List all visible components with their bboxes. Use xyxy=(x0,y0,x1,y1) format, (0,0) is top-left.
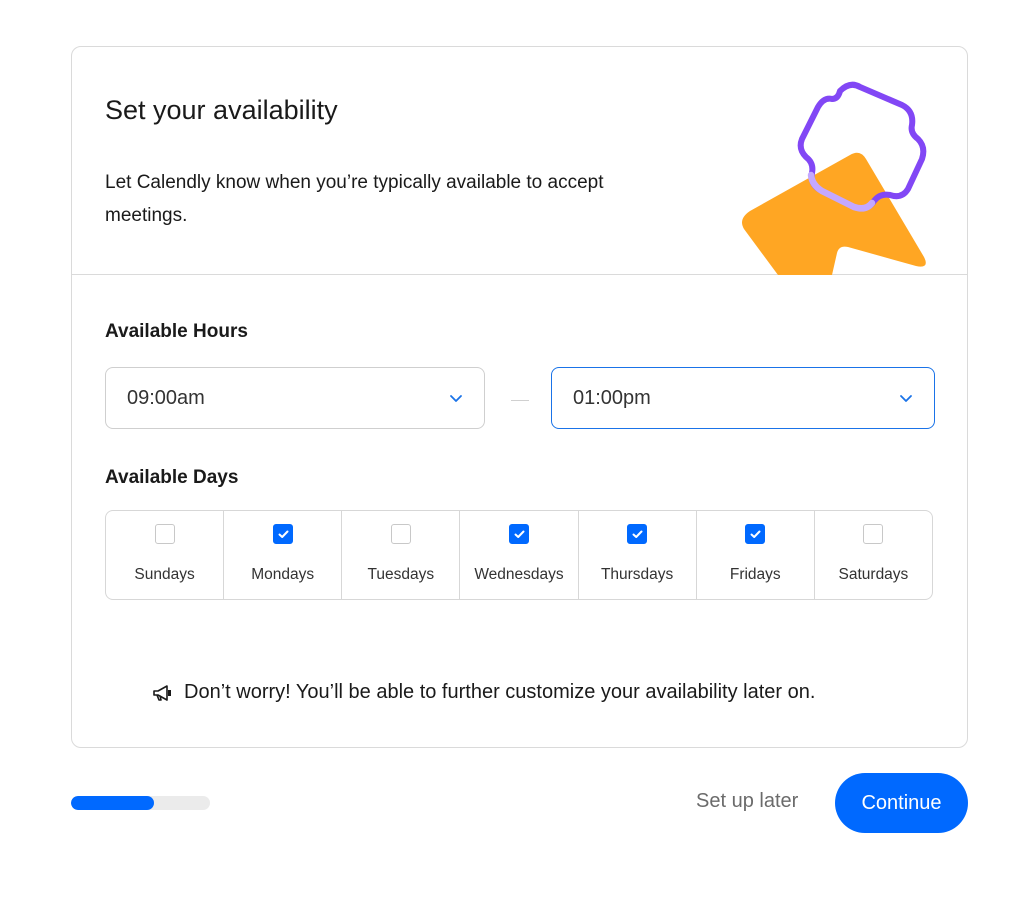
day-label: Mondays xyxy=(251,566,315,583)
checkmark-icon xyxy=(750,530,761,538)
chevron-down-icon xyxy=(900,395,912,402)
day-checkbox[interactable] xyxy=(390,524,411,544)
checkmark-icon xyxy=(632,530,643,538)
onboarding-progress-bar xyxy=(71,796,210,810)
megaphone-icon xyxy=(153,684,171,701)
day-sundays[interactable]: Sundays xyxy=(106,511,225,599)
checkmark-icon xyxy=(514,530,525,538)
end-time-select[interactable]: 01:00pm xyxy=(551,367,935,429)
day-label: Wednesdays xyxy=(474,566,564,583)
note-text: Don’t worry! You’ll be able to further c… xyxy=(184,681,816,703)
page-title: Set your availability xyxy=(105,95,338,125)
day-saturdays[interactable]: Saturdays xyxy=(815,511,932,599)
time-range-separator xyxy=(511,400,529,401)
day-label: Saturdays xyxy=(838,566,909,583)
day-checkbox[interactable] xyxy=(627,524,648,544)
day-checkbox[interactable] xyxy=(508,524,529,544)
day-label: Sundays xyxy=(134,566,195,583)
day-thursdays[interactable]: Thursdays xyxy=(579,511,697,599)
day-label: Tuesdays xyxy=(367,566,435,583)
day-mondays[interactable]: Mondays xyxy=(224,511,343,599)
customize-later-note: Don’t worry! You’ll be able to further c… xyxy=(152,681,815,704)
available-days-label: Available Days xyxy=(105,467,239,488)
day-wednesdays[interactable]: Wednesdays xyxy=(460,511,579,599)
page-subtitle: Let Calendly know when you’re typically … xyxy=(105,172,604,226)
day-checkbox[interactable] xyxy=(863,524,884,544)
day-label: Thursdays xyxy=(600,566,674,583)
orange-arrow-shape xyxy=(742,152,926,275)
end-time-value: 01:00pm xyxy=(573,387,651,409)
progress-fill xyxy=(71,796,155,810)
day-tuesdays[interactable]: Tuesdays xyxy=(342,511,461,599)
start-time-select[interactable]: 09:00am xyxy=(105,367,485,429)
checkmark-icon xyxy=(278,530,289,538)
day-checkbox[interactable] xyxy=(745,524,766,544)
available-hours-label: Available Hours xyxy=(105,321,248,342)
day-checkbox[interactable] xyxy=(272,524,293,544)
availability-card: Set your availability Let Calendly know … xyxy=(71,46,968,748)
day-fridays[interactable]: Fridays xyxy=(697,511,815,599)
set-up-later-button[interactable]: Set up later xyxy=(696,790,798,813)
continue-button[interactable]: Continue xyxy=(835,773,968,833)
card-header: Set your availability Let Calendly know … xyxy=(72,47,967,275)
day-checkbox[interactable] xyxy=(154,524,175,544)
illustration-shapes-icon xyxy=(742,81,927,275)
start-time-value: 09:00am xyxy=(127,387,205,409)
day-label: Fridays xyxy=(729,566,781,583)
chevron-down-icon xyxy=(450,395,462,402)
days-selector: Sundays Mondays Tuesdays Wednesdays Thur… xyxy=(105,510,933,600)
